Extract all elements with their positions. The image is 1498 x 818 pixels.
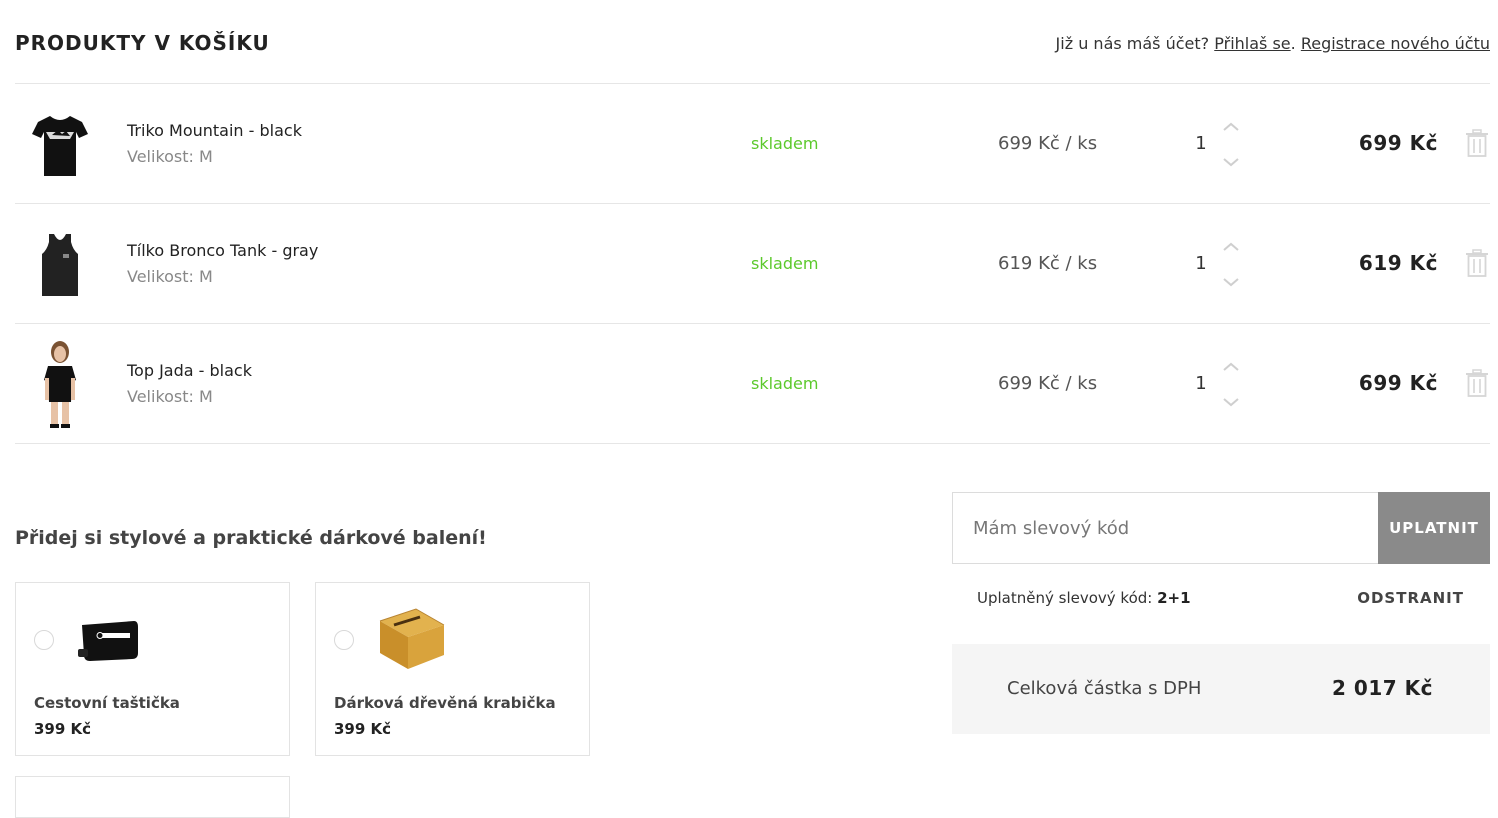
row-total: 619 Kč bbox=[1358, 251, 1438, 275]
product-size: Velikost: M bbox=[127, 147, 213, 166]
apply-coupon-button[interactable]: UPLATNIT bbox=[1378, 492, 1490, 564]
tank-top-icon[interactable] bbox=[27, 224, 93, 306]
trash-icon[interactable] bbox=[1465, 129, 1489, 157]
remove-coupon-button[interactable]: ODSTRANIT bbox=[1357, 589, 1464, 607]
stock-status: skladem bbox=[751, 374, 819, 393]
row-total: 699 Kč bbox=[1358, 131, 1438, 155]
quantity-value[interactable]: 1 bbox=[1193, 373, 1209, 394]
order-total: Celková částka s DPH 2 017 Kč bbox=[952, 644, 1490, 734]
register-link[interactable]: Registrace nového účtu bbox=[1301, 34, 1490, 53]
gift-option-travel-pouch[interactable]: Cestovní taštička 399 Kč bbox=[15, 582, 290, 756]
chevron-down-icon[interactable] bbox=[1222, 154, 1240, 168]
login-link[interactable]: Přihlaš se bbox=[1214, 34, 1290, 53]
gift-radio[interactable] bbox=[334, 630, 354, 650]
cart-item: Top Jada - black Velikost: M skladem 699… bbox=[15, 324, 1490, 444]
applied-coupon-label: Uplatněný slevový kód: bbox=[977, 589, 1153, 607]
row-total: 699 Kč bbox=[1358, 371, 1438, 395]
separator: . bbox=[1290, 34, 1296, 53]
unit-price: 619 Kč / ks bbox=[998, 253, 1098, 274]
quantity-value[interactable]: 1 bbox=[1193, 253, 1209, 274]
cart-item: Tílko Bronco Tank - gray Velikost: M skl… bbox=[15, 204, 1490, 324]
quantity-value[interactable]: 1 bbox=[1193, 133, 1209, 154]
product-size: Velikost: M bbox=[127, 387, 213, 406]
unit-price: 699 Kč / ks bbox=[998, 133, 1098, 154]
product-size: Velikost: M bbox=[127, 267, 213, 286]
chevron-up-icon[interactable] bbox=[1222, 119, 1240, 133]
unit-price: 699 Kč / ks bbox=[998, 373, 1098, 394]
cart-header: PRODUKTY V KOŠÍKU Již u nás máš účet? Př… bbox=[15, 0, 1490, 84]
cart-item: Triko Mountain - black Velikost: M sklad… bbox=[15, 84, 1490, 204]
applied-coupon: Uplatněný slevový kód: 2+1 bbox=[977, 589, 1191, 607]
chevron-down-icon[interactable] bbox=[1222, 394, 1240, 408]
gift-heading: Přidej si stylové a praktické dárkové ba… bbox=[15, 527, 487, 549]
trash-icon[interactable] bbox=[1465, 249, 1489, 277]
product-name[interactable]: Tílko Bronco Tank - gray bbox=[127, 241, 318, 260]
wooden-box-icon bbox=[376, 603, 448, 675]
black-tshirt-icon[interactable] bbox=[27, 104, 93, 186]
applied-coupon-code: 2+1 bbox=[1157, 589, 1191, 607]
travel-pouch-icon bbox=[76, 603, 148, 675]
chevron-down-icon[interactable] bbox=[1222, 274, 1240, 288]
stock-status: skladem bbox=[751, 254, 819, 273]
gift-price: 399 Kč bbox=[34, 720, 92, 738]
chevron-up-icon[interactable] bbox=[1222, 359, 1240, 373]
gift-option-partial[interactable] bbox=[15, 776, 290, 818]
gift-price: 399 Kč bbox=[334, 720, 392, 738]
chevron-up-icon[interactable] bbox=[1222, 239, 1240, 253]
total-label: Celková částka s DPH bbox=[1007, 678, 1202, 699]
product-name[interactable]: Top Jada - black bbox=[127, 361, 252, 380]
coupon-input[interactable] bbox=[952, 492, 1398, 564]
gift-name: Dárková dřevěná krabička bbox=[334, 694, 556, 712]
stock-status: skladem bbox=[751, 134, 819, 153]
coupon-form: UPLATNIT bbox=[952, 492, 1490, 564]
product-name[interactable]: Triko Mountain - black bbox=[127, 121, 302, 140]
gift-option-wooden-box[interactable]: Dárková dřevěná krabička 399 Kč bbox=[315, 582, 590, 756]
gift-name: Cestovní taštička bbox=[34, 694, 180, 712]
trash-icon[interactable] bbox=[1465, 369, 1489, 397]
total-value: 2 017 Kč bbox=[1332, 676, 1433, 700]
account-line: Již u nás máš účet? Přihlaš se. Registra… bbox=[1056, 34, 1490, 53]
account-prompt: Již u nás máš účet? bbox=[1055, 34, 1210, 53]
page-title: PRODUKTY V KOŠÍKU bbox=[15, 31, 270, 55]
gift-radio[interactable] bbox=[34, 630, 54, 650]
model-top-icon[interactable] bbox=[27, 341, 93, 428]
